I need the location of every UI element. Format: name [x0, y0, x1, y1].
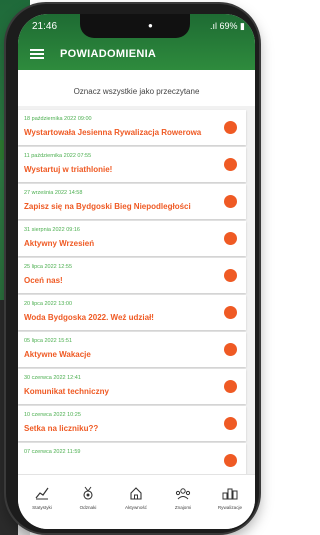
notification-date: 18 października 2022 09:00	[24, 116, 92, 122]
nav-aktywnosc[interactable]: Aktywność	[114, 485, 158, 510]
unread-dot-icon	[224, 454, 237, 467]
notification-title: Wystartowała Jesienna Rywalizacja Rowero…	[24, 128, 202, 137]
notification-title: Aktywny Wrzesień	[24, 239, 95, 248]
notification-item[interactable]: 07 czerwca 2022 11:59	[18, 443, 246, 478]
ranking-icon	[208, 485, 252, 501]
nav-label: Aktywność	[125, 505, 147, 510]
notification-date: 25 lipca 2022 12:55	[24, 264, 73, 270]
notification-date: 27 września 2022 14:58	[24, 190, 83, 196]
nav-label: Rywalizacje	[217, 505, 243, 510]
unread-dot-icon	[224, 380, 237, 393]
menu-icon[interactable]	[30, 49, 44, 59]
notification-date: 30 czerwca 2022 12:41	[24, 375, 81, 381]
notification-item[interactable]: 30 czerwca 2022 12:41 Komunikat technicz…	[18, 369, 246, 404]
nav-odznaki[interactable]: Odznaki	[66, 485, 110, 510]
nav-znajomi[interactable]: Znajomi	[161, 485, 205, 510]
signal-icon: .ıl	[210, 21, 220, 31]
status-battery: .ıl 69% ▮	[210, 21, 245, 32]
battery-icon: ▮	[237, 21, 245, 31]
phone-notch	[80, 14, 190, 38]
notification-item[interactable]: 18 października 2022 09:00 Wystartowała …	[18, 110, 246, 145]
phone-screen: 21:46 ● .ıl 69% ▮ POWIADOMIENIA Oznacz w…	[18, 14, 255, 529]
notification-date: 07 czerwca 2022 11:59	[24, 449, 81, 455]
status-indicator-icon: ●	[148, 21, 153, 30]
unread-dot-icon	[224, 269, 237, 282]
battery-level: 69%	[219, 21, 238, 31]
notification-item[interactable]: 10 czerwca 2022 10:25 Setka na liczniku?…	[18, 406, 246, 441]
page-title: POWIADOMIENIA	[60, 48, 157, 60]
notification-item[interactable]: 31 sierpnia 2022 09:16 Aktywny Wrzesień	[18, 221, 246, 256]
notification-date: 20 lipca 2022 13:00	[24, 301, 73, 307]
notification-title: Zapisz się na Bydgoski Bieg Niepodległoś…	[24, 202, 191, 211]
nav-label: Odznaki	[79, 505, 97, 510]
phone-frame: 21:46 ● .ıl 69% ▮ POWIADOMIENIA Oznacz w…	[6, 4, 259, 533]
notification-title: Wystartuj w triathlonie!	[24, 165, 113, 174]
notification-item[interactable]: 11 października 2022 07:55 Wystartuj w t…	[18, 147, 246, 182]
notification-date: 31 sierpnia 2022 09:16	[24, 227, 80, 233]
unread-dot-icon	[224, 343, 237, 356]
notification-title: Oceń nas!	[24, 276, 63, 285]
unread-dot-icon	[224, 158, 237, 171]
mark-all-read-button[interactable]: Oznacz wszystkie jako przeczytane	[18, 70, 255, 106]
notification-item[interactable]: 20 lipca 2022 13:00 Woda Bydgoska 2022. …	[18, 295, 246, 330]
notification-date: 10 czerwca 2022 10:25	[24, 412, 81, 418]
status-time: 21:46	[32, 21, 58, 32]
nav-label: Znajomi	[174, 505, 192, 510]
unread-dot-icon	[224, 232, 237, 245]
chart-icon	[20, 485, 64, 501]
notification-title: Aktywne Wakacje	[24, 350, 91, 359]
unread-dot-icon	[224, 121, 237, 134]
unread-dot-icon	[224, 306, 237, 319]
friends-icon	[161, 485, 205, 501]
bottom-navigation: Statystyki Odznaki Aktywność Znajomi Ryw…	[18, 474, 255, 529]
notification-item[interactable]: 05 lipca 2022 15:51 Aktywne Wakacje	[18, 332, 246, 367]
nav-label: Statystyki	[32, 505, 52, 510]
home-icon	[114, 485, 158, 501]
nav-statystyki[interactable]: Statystyki	[20, 485, 64, 510]
unread-dot-icon	[224, 195, 237, 208]
notification-title: Woda Bydgoska 2022. Weź udział!	[24, 313, 154, 322]
unread-dot-icon	[224, 417, 237, 430]
notification-date: 11 października 2022 07:55	[24, 153, 92, 159]
notification-title: Setka na liczniku??	[24, 424, 99, 433]
app-header: 21:46 ● .ıl 69% ▮ POWIADOMIENIA	[18, 14, 255, 70]
nav-rywalizacje[interactable]: Rywalizacje	[208, 485, 252, 510]
medal-icon	[66, 485, 110, 501]
notification-date: 05 lipca 2022 15:51	[24, 338, 73, 344]
notification-item[interactable]: 27 września 2022 14:58 Zapisz się na Byd…	[18, 184, 246, 219]
notification-item[interactable]: 25 lipca 2022 12:55 Oceń nas!	[18, 258, 246, 293]
notification-title: Komunikat techniczny	[24, 387, 109, 396]
